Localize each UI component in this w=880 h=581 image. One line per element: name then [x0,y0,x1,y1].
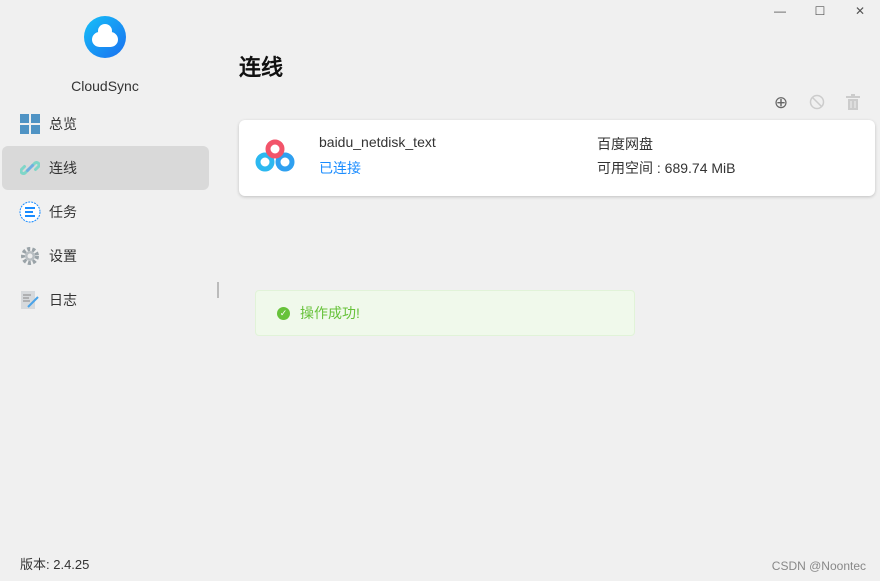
toast-message: 操作成功! [300,305,360,321]
sidebar-item-connections[interactable]: 连线 [2,146,209,190]
sidebar-item-settings[interactable]: 设置 [2,234,209,278]
version-label: 版本: 2.4.25 [20,557,90,572]
window-controls: — ☐ ✕ [760,4,880,18]
add-connection-button[interactable]: ⊕ [772,94,790,112]
sidebar-resize-handle[interactable] [217,282,219,298]
ban-icon [809,94,825,110]
connection-card[interactable]: baidu_netdisk_text 已连接 百度网盘 可用空间 : 689.7… [239,120,875,196]
sidebar-item-tasks[interactable]: 任务 [2,190,209,234]
maximize-button[interactable]: ☐ [800,4,840,18]
sidebar-item-label: 连线 [49,160,77,176]
connection-name: baidu_netdisk_text [319,134,436,150]
gear-icon [19,245,41,267]
delete-connection-button[interactable] [844,94,862,112]
sidebar-item-label: 任务 [49,204,77,220]
toolbar: ⊕ [772,94,862,112]
grid-icon [19,113,41,135]
connection-status: 已连接 [319,160,361,176]
task-list-icon [19,201,41,223]
connection-type: 百度网盘 [597,136,653,152]
app-logo [84,16,126,58]
log-icon [19,289,41,311]
watermark: CSDN @Noontec [771,559,866,573]
minimize-button[interactable]: — [760,4,800,18]
app-name: CloudSync [71,78,139,94]
disable-connection-button[interactable] [808,94,826,112]
success-toast: ✓ 操作成功! [255,290,635,336]
sidebar-item-logs[interactable]: 日志 [2,278,209,322]
page-title: 连线 [239,55,284,80]
sidebar-item-label: 总览 [49,116,77,132]
trash-icon [846,94,860,110]
check-circle-icon: ✓ [277,306,290,320]
baidu-netdisk-icon [255,139,295,172]
available-space: 可用空间 : 689.74 MiB [597,160,736,176]
sidebar-item-label: 日志 [49,292,77,308]
sidebar-nav: 总览 连线 任务 设置 日志 [2,102,209,322]
close-button[interactable]: ✕ [840,4,880,18]
sidebar-item-overview[interactable]: 总览 [2,102,209,146]
cloud-icon [92,23,118,47]
link-icon [19,157,41,179]
sidebar-item-label: 设置 [49,248,77,264]
